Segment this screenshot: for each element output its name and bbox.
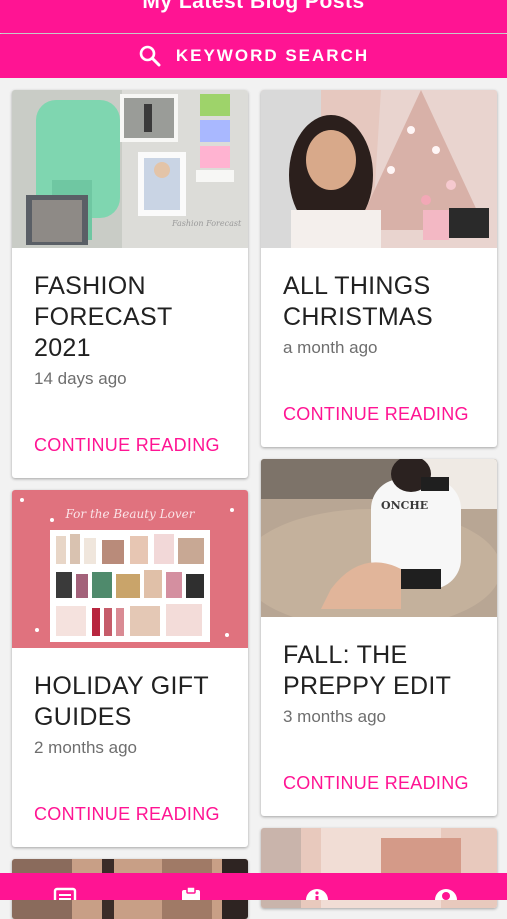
continue-reading-link[interactable]: CONTINUE READING: [34, 804, 220, 825]
post-date: 14 days ago: [34, 369, 127, 388]
app-header: My Latest Blog Posts: [0, 0, 507, 33]
keyword-search-label: KEYWORD SEARCH: [175, 46, 370, 65]
profile-icon[interactable]: [433, 886, 459, 900]
post-thumbnail: For the Beauty Lover: [12, 490, 248, 648]
post-title: FALL: THE PREPPY EDIT: [283, 641, 452, 700]
continue-reading-link[interactable]: CONTINUE READING: [283, 773, 469, 794]
post-date: 2 months ago: [34, 738, 138, 757]
post-title: ALL THINGS CHRISTMAS: [283, 272, 433, 331]
blog-post-card[interactable]: Fashion Forecast FASHION FORECAST 2021 1…: [12, 90, 248, 478]
blog-post-card[interactable]: ALL THINGS CHRISTMAS a month ago CONTINU…: [261, 90, 497, 447]
keyword-search-button[interactable]: KEYWORD SEARCH: [0, 34, 507, 78]
continue-reading-link[interactable]: CONTINUE READING: [283, 404, 469, 425]
svg-text:Fashion Forecast: Fashion Forecast: [171, 219, 242, 228]
post-date: a month ago: [283, 338, 378, 357]
post-thumbnail: [261, 90, 497, 248]
search-icon: [139, 45, 161, 67]
continue-reading-link[interactable]: CONTINUE READING: [34, 435, 220, 456]
clipboard-icon[interactable]: [178, 886, 204, 900]
blog-post-card[interactable]: For the Beauty Lover HOLIDAY GIFT GUIDES…: [12, 490, 248, 847]
thumbnail-caption: For the Beauty Lover: [65, 507, 196, 521]
post-title: HOLIDAY GIFT GUIDES: [34, 672, 209, 731]
post-thumbnail: ONCHE: [261, 459, 497, 617]
post-date: 3 months ago: [283, 707, 387, 726]
svg-text:ONCHE: ONCHE: [381, 499, 428, 512]
bottom-navigation: [0, 873, 507, 900]
post-thumbnail: Fashion Forecast: [12, 90, 248, 248]
page-title: My Latest Blog Posts: [142, 0, 365, 13]
post-title: FASHION FORECAST 2021: [34, 272, 173, 362]
blog-icon[interactable]: [52, 886, 78, 900]
blog-post-card[interactable]: ONCHE FALL: THE PREPPY EDIT 3 months ago…: [261, 459, 497, 816]
info-icon[interactable]: [304, 886, 330, 900]
